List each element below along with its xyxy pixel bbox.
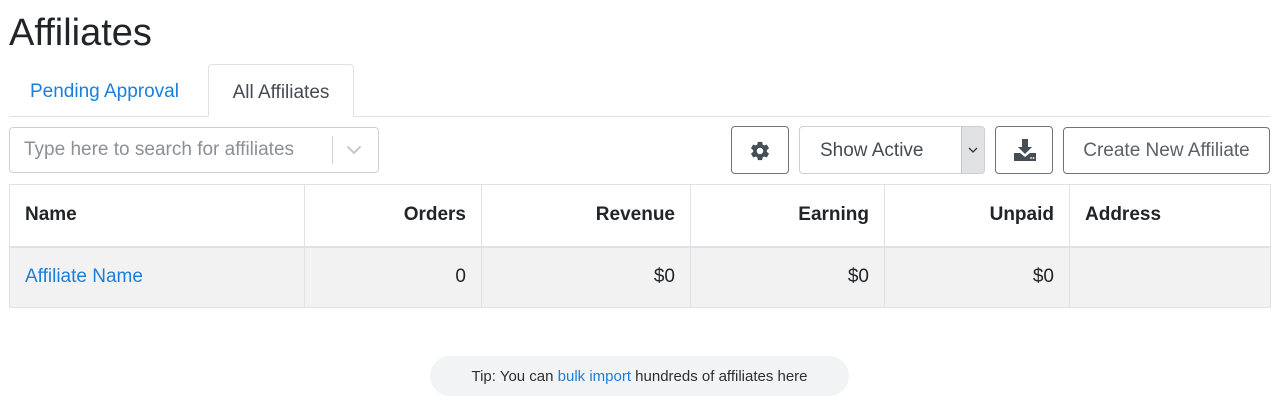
column-header-name[interactable]: Name	[9, 184, 305, 248]
tip-suffix: hundreds of affiliates here	[631, 368, 808, 385]
chevron-down-icon[interactable]	[344, 140, 364, 160]
column-header-earning[interactable]: Earning	[690, 184, 885, 248]
settings-button[interactable]	[731, 126, 789, 174]
chevron-down-icon	[968, 147, 978, 153]
create-affiliate-button[interactable]: Create New Affiliate	[1063, 127, 1270, 174]
status-filter-value: Show Active	[820, 140, 924, 161]
cell-orders: 0	[304, 246, 482, 308]
column-header-orders[interactable]: Orders	[304, 184, 482, 248]
affiliates-table: Name Orders Revenue Earning Unpaid Addre…	[9, 184, 1271, 308]
download-button[interactable]	[995, 126, 1053, 174]
table-header-row: Name Orders Revenue Earning Unpaid Addre…	[9, 184, 1271, 248]
table-row: Affiliate Name 0 $0 $0 $0	[9, 246, 1271, 308]
affiliate-name-link[interactable]: Affiliate Name	[25, 266, 143, 287]
cell-revenue: $0	[481, 246, 691, 308]
tab-all-affiliates[interactable]: All Affiliates	[208, 64, 354, 117]
gear-icon	[751, 141, 769, 161]
cell-earning: $0	[690, 246, 885, 308]
search-input[interactable]	[10, 128, 332, 172]
cell-name: Affiliate Name	[9, 246, 305, 308]
bulk-import-link[interactable]: bulk import	[558, 368, 631, 385]
page-title: Affiliates	[9, 12, 152, 54]
search-separator	[332, 136, 333, 164]
cell-unpaid: $0	[884, 246, 1070, 308]
status-filter-select[interactable]: Show Active	[799, 126, 985, 174]
download-icon	[1014, 139, 1036, 161]
search-combobox[interactable]	[9, 127, 379, 173]
cell-address	[1069, 246, 1271, 308]
tip-prefix: Tip: You can	[471, 368, 558, 385]
column-header-unpaid[interactable]: Unpaid	[884, 184, 1070, 248]
tab-pending-approval[interactable]: Pending Approval	[9, 64, 208, 115]
column-header-address[interactable]: Address	[1069, 184, 1271, 248]
affiliates-page: Affiliates Pending Approval All Affiliat…	[0, 0, 1279, 404]
tip-banner: Tip: You can bulk import hundreds of aff…	[430, 356, 849, 396]
tab-bar: Pending Approval All Affiliates	[9, 64, 1270, 117]
column-header-revenue[interactable]: Revenue	[481, 184, 691, 248]
select-arrow[interactable]	[961, 127, 984, 173]
